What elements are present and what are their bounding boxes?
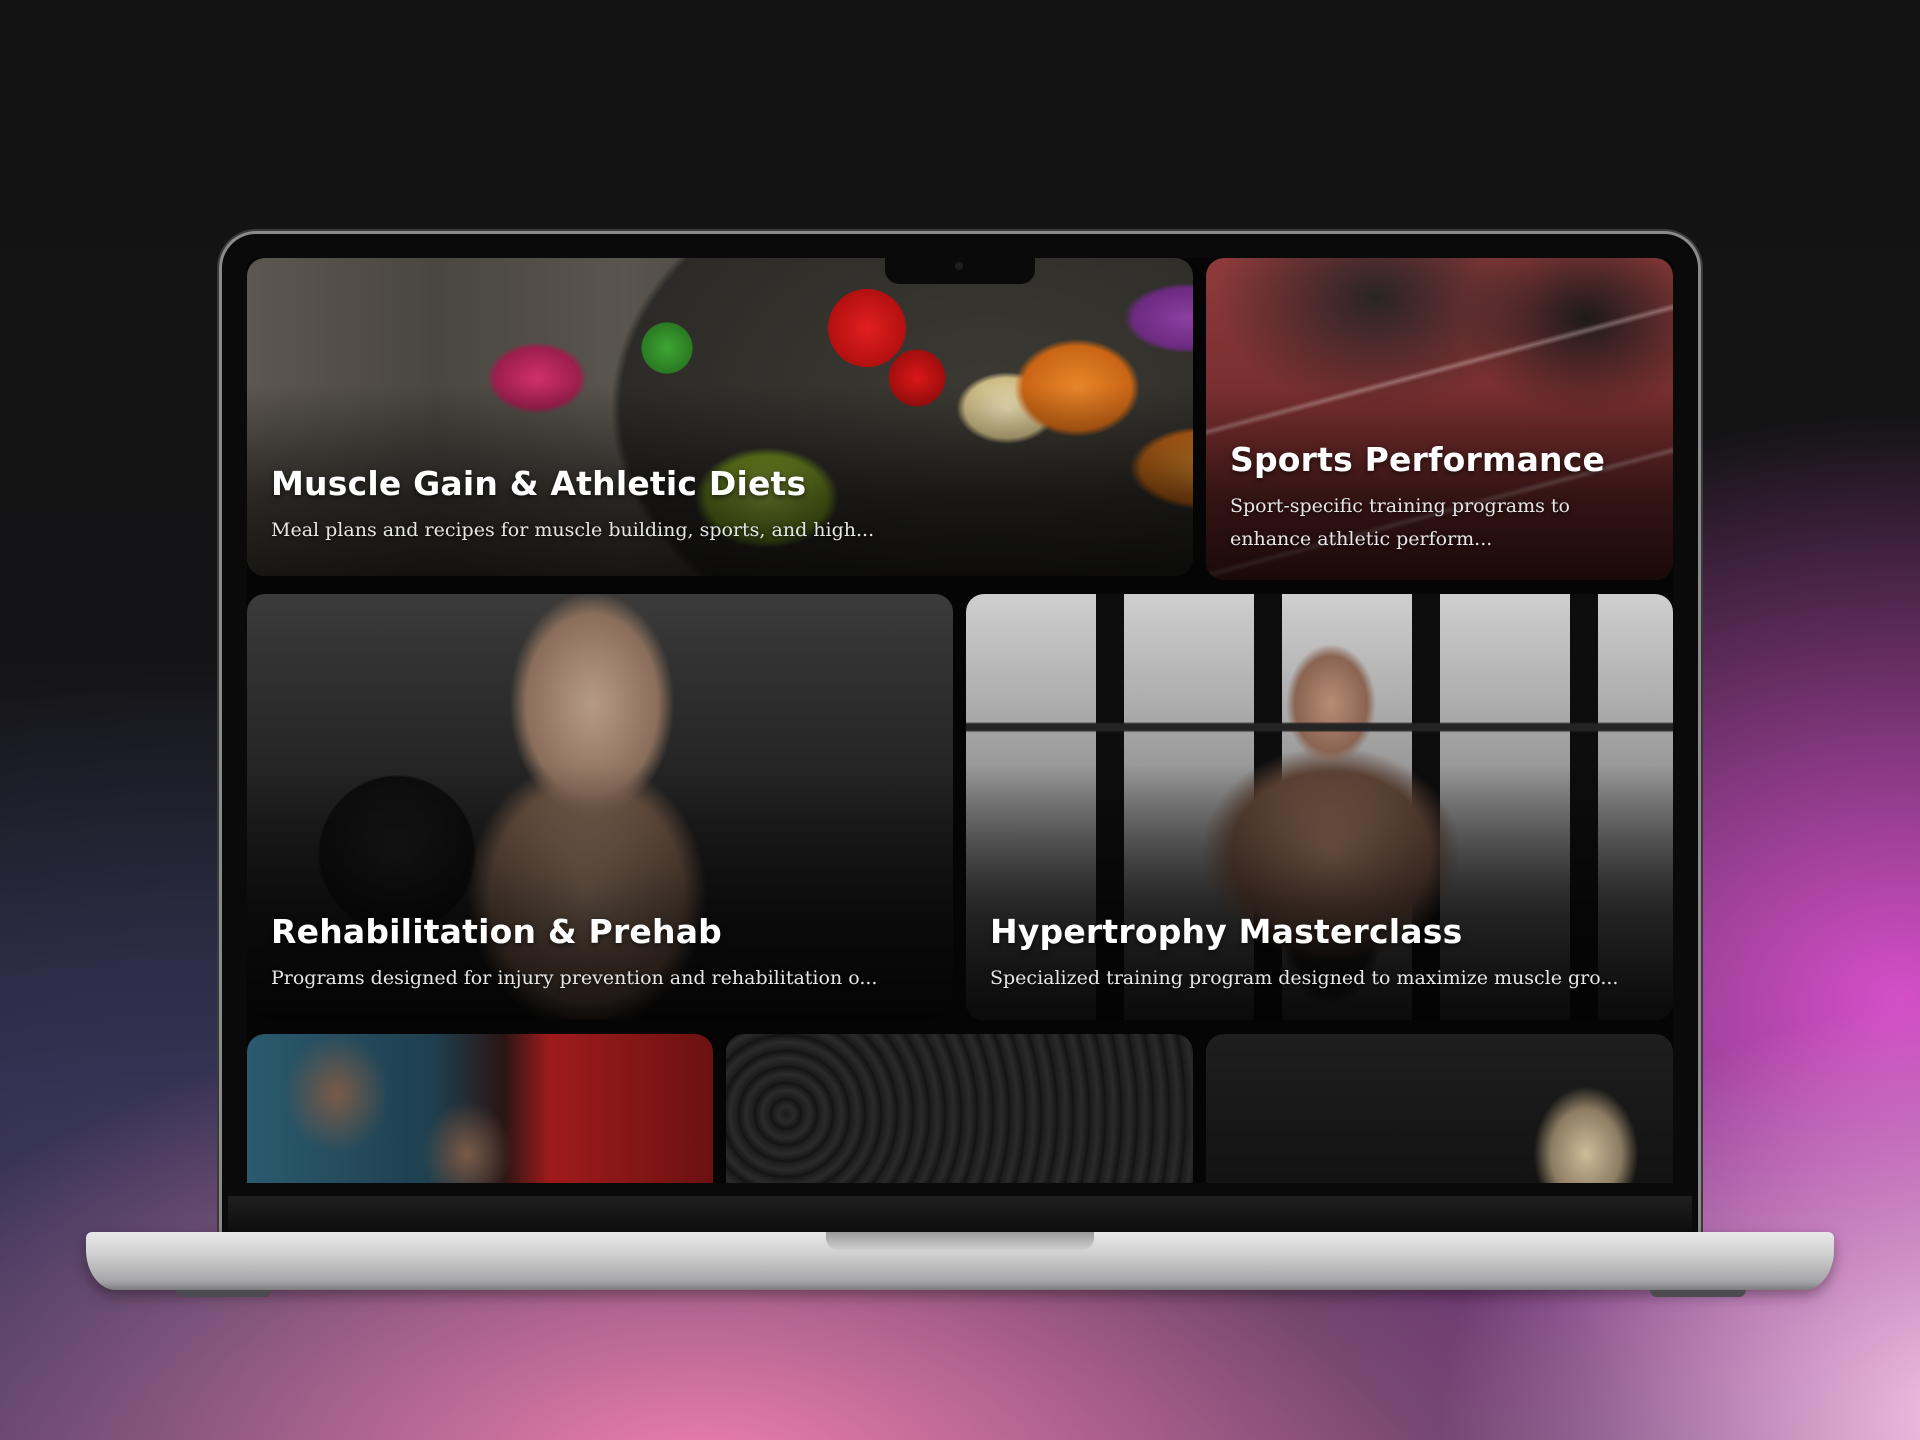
laptop-base-notch	[826, 1232, 1094, 1250]
laptop-bottom-bezel	[228, 1196, 1692, 1232]
card-title: Hypertrophy Masterclass	[990, 912, 1463, 951]
card-title: Muscle Gain & Athletic Diets	[271, 464, 807, 503]
card-description: Meal plans and recipes for muscle buildi…	[271, 519, 875, 541]
card-rehabilitation-prehab[interactable]: Rehabilitation & Prehab Programs designe…	[247, 594, 953, 1020]
card-title: Rehabilitation & Prehab	[271, 912, 722, 951]
card-hypertrophy-masterclass[interactable]: Hypertrophy Masterclass Specialized trai…	[966, 594, 1673, 1020]
card-sports-performance[interactable]: Sports Performance Sport-specific traini…	[1206, 258, 1673, 580]
laptop-foot-left	[176, 1290, 272, 1297]
card-title: Sports Performance	[1230, 440, 1606, 479]
card-overlay	[247, 594, 953, 1020]
card-description: Sport-specific training programs to enha…	[1230, 495, 1570, 550]
camera-icon	[955, 262, 963, 270]
card-description: Programs designed for injury prevention …	[271, 967, 878, 989]
screen: Muscle Gain & Athletic Diets Meal plans …	[247, 258, 1673, 1183]
card-thumbnail-1[interactable]	[247, 1034, 713, 1183]
laptop-mockup: Muscle Gain & Athletic Diets Meal plans …	[0, 0, 1920, 1440]
card-thumbnail-3[interactable]	[1206, 1034, 1673, 1183]
card-thumbnail-2[interactable]	[726, 1034, 1193, 1183]
card-overlay	[966, 594, 1673, 1020]
card-muscle-gain-diets[interactable]: Muscle Gain & Athletic Diets Meal plans …	[247, 258, 1193, 576]
laptop-foot-right	[1650, 1290, 1746, 1297]
card-description: Specialized training program designed to…	[990, 967, 1619, 989]
